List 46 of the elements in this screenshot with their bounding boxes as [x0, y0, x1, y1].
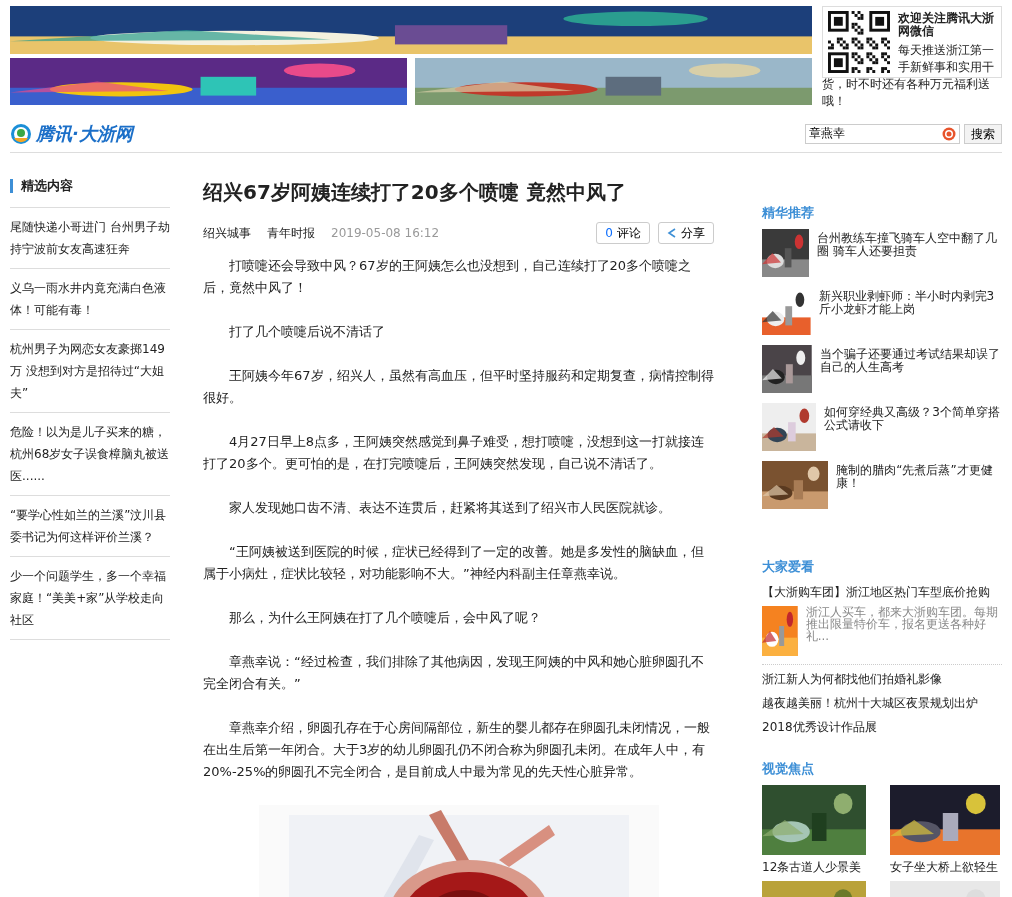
section-heading: 视觉焦点: [762, 760, 815, 778]
article-paragraph: 王阿姨今年67岁，绍兴人，虽然有高血压，但平时坚持服药和定期复查，病情控制得很好。: [203, 367, 714, 407]
news-link[interactable]: 义乌一雨水井内竟充满白色液体！可能有毒！: [10, 269, 170, 330]
share-button[interactable]: 分享: [658, 222, 714, 244]
article-paragraph: “王阿姨被送到医院的时候，症状已经得到了一定的改善。她是多发性的脑缺血，但属于小病灶，症状比较轻，对功能影响不大。”神经内科副主任章燕幸说。: [203, 543, 705, 583]
section-heading: 精选内容: [10, 179, 170, 193]
wechat-title: 欢迎关注腾讯大浙网微信: [897, 10, 995, 38]
search-engine-icon: [942, 126, 956, 141]
news-link[interactable]: 少一个问题学生，多一个幸福家庭！“美美+家”从学校走向社区: [10, 557, 170, 640]
news-link[interactable]: 杭州男子为网恋女友豪掷149万 没想到对方是招待过“大姐夫”: [10, 330, 170, 413]
qr-code-icon: [828, 11, 890, 73]
article-title: 绍兴67岁阿姨连续打了20多个喷嚏 竟然中风了: [203, 179, 627, 205]
wechat-description: 每天推送浙江第一手新鲜事和实用干货，时不时还有各种万元福利送哦！: [822, 43, 994, 108]
comment-button[interactable]: 0 评论: [596, 222, 650, 244]
share-icon: [667, 228, 677, 238]
logo-icon[interactable]: [10, 122, 32, 145]
news-link[interactable]: 新兴职业剥虾师：半小时内剥完3斤小龙虾才能上岗: [818, 286, 1002, 335]
news-link[interactable]: 如何穿经典又高级？3个简单穿搭公式请收下: [824, 402, 1002, 451]
news-link[interactable]: 台州教练车撞飞骑车人空中翻了几圈 骑车人还要担责: [817, 228, 1002, 277]
news-link[interactable]: 危险！以为是儿子买来的糖，杭州68岁女子误食樟脑丸被送医......: [10, 413, 170, 496]
photo-caption[interactable]: 12条古道人少景美: [762, 858, 866, 875]
article-paragraph: 打喷嚏还会导致中风？67岁的王阿姨怎么也没想到，自己连续打了20多个喷嚏之后，竟然中风了！: [203, 257, 693, 297]
search-button[interactable]: 搜索: [964, 123, 1002, 144]
section-heading: 大家爱看: [762, 557, 815, 576]
news-link[interactable]: 【大浙购车团】浙江地区热门车型底价抢购: [762, 582, 1002, 602]
article-paragraph: 打了几个喷嚏后说不清话了: [228, 323, 386, 341]
article-paragraph: 家人发现她口齿不清、表达不连贯后，赶紧将其送到了绍兴市人民医院就诊。: [228, 499, 672, 517]
article-author: 青年时报: [267, 225, 315, 242]
article-source: 绍兴城事: [203, 225, 251, 242]
article-paragraph: 章燕幸介绍，卵圆孔存在于心房间隔部位，新生的婴儿都存在卵圆孔未闭情况，一般在出生后第一年闭合。大于3岁的幼儿卵圆孔仍不闭合称为卵圆孔未闭。在成年人中，有20%-25%的卵圆孔不完全闭合，是目前成人中最为常见的先天性心脏异常。: [203, 719, 711, 781]
news-link[interactable]: 当个骗子还要通过考试结果却误了自己的人生高考: [819, 344, 1002, 393]
article-time: 2019-05-08 16:12: [331, 225, 440, 242]
article-paragraph: 4月27日早上8点多，王阿姨突然感觉到鼻子难受，想打喷嚏，没想到这一打就接连打了20多个。更可怕的是，在打完喷嚏后，王阿姨突然发现，自己说不清话了。: [203, 433, 706, 473]
news-link[interactable]: 尾随快递小哥进门 台州男子劫持宁波前女友高速狂奔: [10, 208, 170, 269]
site-logo[interactable]: 腾讯·大浙网: [36, 120, 133, 147]
article-paragraph: 那么，为什么王阿姨在打了几个喷嚏后，会中风了呢？: [228, 609, 542, 627]
news-link[interactable]: 2018优秀设计作品展: [762, 717, 1002, 737]
news-summary: 浙江人买车，都来大浙购车团。每期推出限量特价车，报名更送各种好礼...: [805, 606, 999, 645]
news-link[interactable]: 腌制的腊肉“先煮后蒸”才更健康！: [836, 460, 1002, 509]
article-paragraph: 章燕幸说：“经过检查，我们排除了其他病因，发现王阿姨的中风和她心脏卵圆孔不完全闭合有关。”: [203, 653, 705, 693]
news-link[interactable]: “要学心性如兰的兰溪”汶川县委书记为何这样评价兰溪？: [10, 496, 170, 557]
news-link[interactable]: 浙江新人为何都找他们拍婚礼影像: [762, 669, 1002, 689]
photo-caption[interactable]: 女子坐大桥上欲轻生: [890, 858, 1000, 875]
news-link[interactable]: 越夜越美丽！杭州十大城区夜景规划出炉: [762, 693, 1002, 713]
section-heading: 精华推荐: [762, 204, 815, 222]
search-field[interactable]: 章燕幸: [805, 123, 960, 144]
